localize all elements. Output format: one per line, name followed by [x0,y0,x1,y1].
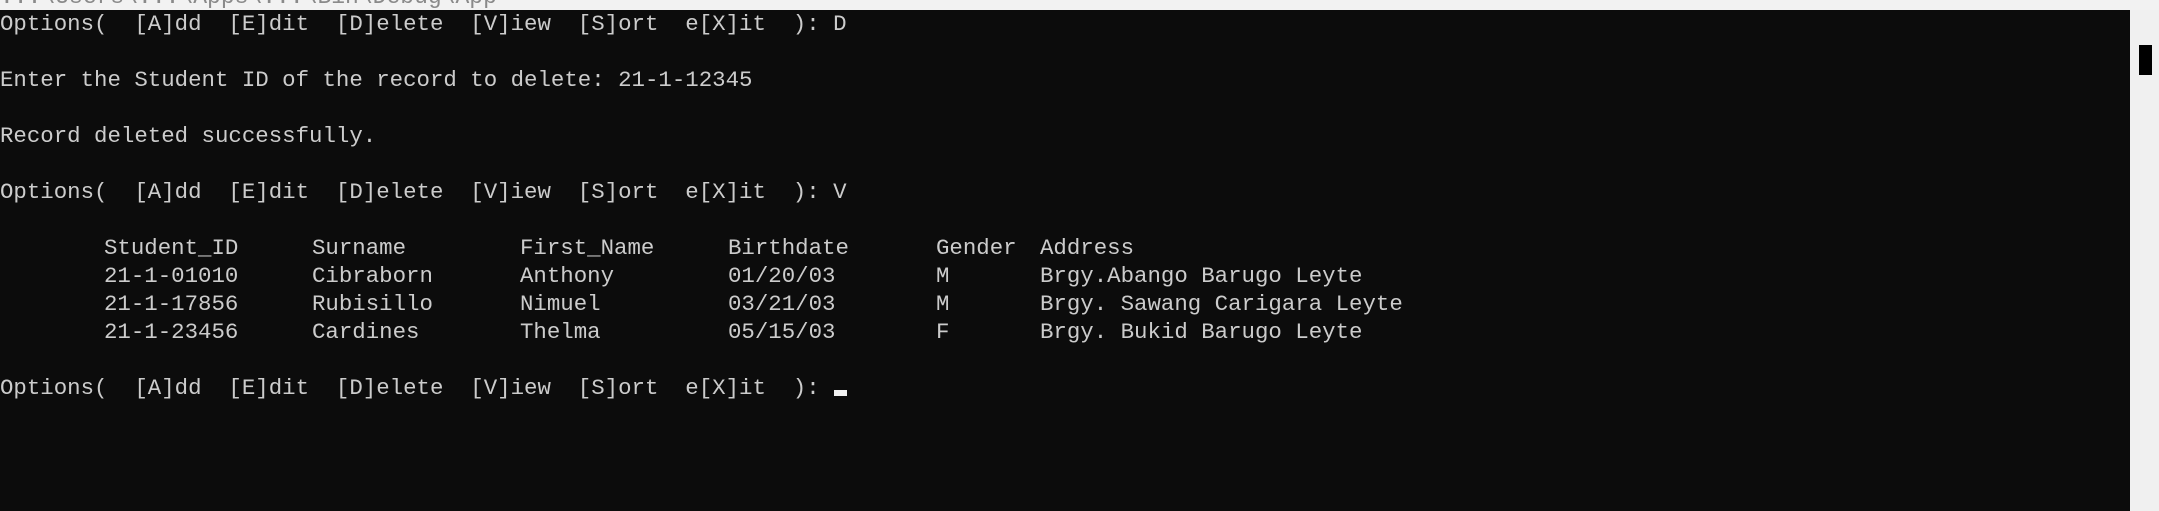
console-prompt: Options( [A]dd [E]dit [D]elete [V]iew [S… [0,375,834,401]
cell-address: Brgy. Bukid Barugo Leyte [1040,319,1363,345]
cell-birthdate: 03/21/03 [728,291,836,317]
cell-surname: Cardines [312,319,420,345]
console-line-delete-success: Record deleted successfully. [0,123,377,149]
cell-student-id: 21-1-23456 [104,319,239,345]
cell-surname: Cibraborn [312,263,433,289]
cell-student-id: 21-1-17856 [104,291,239,317]
column-header-address: Address [1040,235,1135,261]
column-header-birthdate: Birthdate [728,235,849,261]
cell-first-name: Nimuel [520,291,601,317]
column-header-first-name: First_Name [520,235,655,261]
cell-first-name: Anthony [520,263,615,289]
console-input-line[interactable]: Options( [A]dd [E]dit [D]elete [V]iew [S… [0,374,848,402]
cell-birthdate: 05/15/03 [728,319,836,345]
column-header-surname: Surname [312,235,407,261]
cell-gender: M [936,263,950,289]
cell-address: Brgy. Sawang Carigara Leyte [1040,291,1403,317]
window-title-fragment: ...\Users\...\Apps\...\Bin\Debug\App [0,0,497,10]
console-output[interactable]: Options( [A]dd [E]dit [D]elete [V]iew [S… [0,10,2130,511]
cell-address: Brgy.Abango Barugo Leyte [1040,263,1363,289]
cell-student-id: 21-1-01010 [104,263,239,289]
console-line-delete-prompt: Enter the Student ID of the record to de… [0,67,753,93]
column-header-student-id: Student_ID [104,235,239,261]
console-line-options-delete: Options( [A]dd [E]dit [D]elete [V]iew [S… [0,11,847,37]
scrollbar-thumb[interactable] [2139,45,2152,75]
text-cursor [834,390,848,396]
cell-birthdate: 01/20/03 [728,263,836,289]
cell-surname: Rubisillo [312,291,433,317]
window-top-strip: ...\Users\...\Apps\...\Bin\Debug\App [0,0,2159,10]
cell-gender: F [936,319,950,345]
cell-gender: M [936,291,950,317]
vertical-scrollbar[interactable] [2130,10,2159,511]
console-line-options-view: Options( [A]dd [E]dit [D]elete [V]iew [S… [0,179,847,205]
column-header-gender: Gender [936,235,1017,261]
cell-first-name: Thelma [520,319,601,345]
